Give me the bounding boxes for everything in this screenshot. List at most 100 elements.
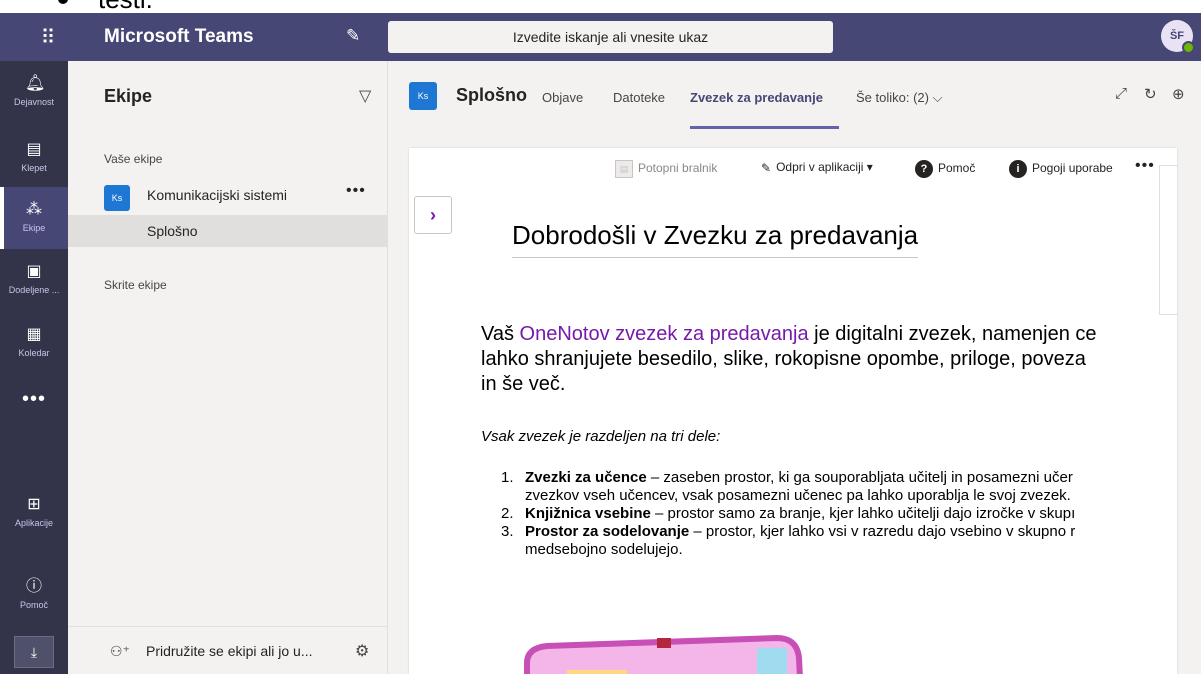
list-item-continuation: zvezkov vseh učencev, vsak posamezni uče… [525,487,1071,504]
help-label: Pomoč [938,161,976,176]
terms-label: Pogoji uporabe [1032,161,1113,176]
open-in-app-label: Odpri v aplikaciji [776,160,864,174]
filter-icon[interactable]: ▽ [359,86,371,106]
illustration-card [757,648,787,674]
list-number: 1. [501,469,514,486]
list-item: 1. Zvezki za učence – zaseben prostor, k… [501,469,1177,505]
rail-label: Dodeljene ... [8,285,60,295]
rail-item-chat[interactable]: ▤ Klepet [0,127,68,189]
cropped-text-fragment: testi. [98,0,153,13]
immersive-reader-label: Potopni bralnik [638,161,718,176]
app-rail: 🔔︎ Dejavnost ▤ Klepet ⁂ Ekipe ▣ Dodeljen… [0,61,68,674]
tab-datoteke[interactable]: Datoteke [613,90,665,105]
user-initials: ŠF [1169,30,1185,42]
chevron-down-icon: ▾ [863,160,873,174]
rail-item-apps[interactable]: ⊞ Aplikacije [0,482,68,544]
team-more-options-icon[interactable]: ••• [346,182,366,200]
illustration-page [567,670,627,674]
rail-item-teams[interactable]: ⁂ Ekipe [0,187,68,249]
intro-line-2: lahko shranjujete besedilo, slike, rokop… [481,348,1086,370]
channel-name: Splošno [147,223,198,239]
tab-more[interactable]: Še toliko: (2) ⌵ [856,90,942,106]
your-teams-label: Vaše ekipe [104,152,163,166]
list-item-title: Knjižnica vsebine [525,505,651,522]
intro-prefix: Vaš [481,323,520,345]
intro-suffix: je digitalni zvezek, namenjen ce [808,323,1097,345]
chat-icon: ▤ [26,141,42,158]
app-title: Microsoft Teams [104,26,254,47]
rail-label: Dejavnost [13,97,55,107]
terms-button[interactable]: i Pogoji uporabe [1009,160,1113,178]
presence-available-icon [1182,41,1195,54]
pencil-icon: ✎ [761,160,772,175]
download-app-button[interactable]: ⤓ [0,630,68,674]
team-name: Komunikacijski sistemi [147,187,288,203]
notebook-intro: Vaš OneNotov zvezek za predavanja je dig… [481,322,1177,397]
chevron-right-icon: › [430,204,436,225]
assignments-icon: ▣ [26,263,42,280]
search-input[interactable]: Izvedite iskanje ali vnesite ukaz [388,21,833,53]
list-number: 2. [501,505,514,522]
onenote-link[interactable]: OneNotov zvezek za predavanja [520,323,809,345]
rail-label: Aplikacije [14,518,54,528]
app-launcher-icon[interactable]: ⠿ [0,13,96,61]
tab-zvezek-za-predavanje[interactable]: Zvezek za predavanje [690,90,823,105]
notebook-toolbar: ▤ Potopni bralnik ✎ Odpri v aplikaciji ▾ ?… [409,148,1177,188]
team-item-komunikacijski-sistemi[interactable]: Ks Komunikacijski sistemi ••• [104,182,388,213]
user-avatar[interactable]: ŠF [1161,20,1195,54]
compose-icon[interactable]: ✎ [346,26,360,46]
list-item-title: Zvezki za učence [525,469,647,486]
parts-heading: Vsak zvezek je razdeljen na tri dele: [481,428,721,445]
globe-icon[interactable]: ⊕ [1172,85,1185,103]
rail-item-help[interactable]: ⓘ Pomoč [0,564,68,626]
cropped-top-strip: testi. [0,0,1201,13]
list-item-text: – zaseben prostor, ki ga souporabljata u… [646,469,1073,486]
immersive-reader-button[interactable]: ▤ Potopni bralnik [615,160,717,178]
teams-panel: Ekipe ▽ Vaše ekipe Ks Komunikacijski sis… [68,61,388,674]
list-item-text: – prostor, kjer lahko vsi v razredu dajo… [689,523,1076,540]
bell-icon: 🔔︎ [25,75,46,92]
help-button[interactable]: ? Pomoč [915,160,975,178]
channel-team-avatar: Ks [409,82,437,110]
toolbar-more-icon[interactable]: ••• [1135,157,1155,175]
download-icon: ⤓ [14,636,54,668]
channel-title: Splošno [456,85,527,105]
rail-label: Pomoč [19,600,48,610]
gear-icon[interactable]: ⚙ [355,641,369,661]
hidden-teams-label[interactable]: Skrite ekipe [104,278,167,292]
help-icon: ⓘ [25,578,42,595]
illustration-tab [657,638,671,648]
list-item: 3. Prostor za sodelovanje – prostor, kje… [501,523,1177,559]
rail-label: Koledar [18,348,50,358]
rail-item-activity[interactable]: 🔔︎ Dejavnost [0,61,68,123]
expand-navigation-button[interactable]: › [414,196,452,234]
tab-objave[interactable]: Objave [542,90,583,105]
rail-more-icon[interactable]: ••• [0,388,68,411]
help-circle-icon: ? [915,160,933,178]
reload-icon[interactable]: ↻ [1144,85,1157,103]
expand-icon[interactable]: ⤢ [1115,85,1127,102]
notebook-page-title: Dobrodošli v Zvezku za predavanja [512,220,919,258]
rail-item-assignments[interactable]: ▣ Dodeljene ... [0,249,68,311]
vertical-scrollbar[interactable] [1159,165,1177,315]
channel-item-splosno[interactable]: Splošno [68,215,387,247]
list-number: 3. [501,523,514,540]
apps-icon: ⊞ [27,496,41,513]
rail-label: Ekipe [22,223,46,233]
active-tab-indicator [690,126,839,129]
join-create-team[interactable]: ⚇⁺ Pridružite se ekipi ali jo u... ⚙ [68,626,387,674]
main-area: Ks Splošno Objave Datoteke Zvezek za pre… [388,61,1201,674]
notebook-illustration [524,634,803,674]
team-avatar: Ks [104,185,130,211]
open-in-app-button[interactable]: ✎ Odpri v aplikaciji ▾ [761,160,873,175]
teams-panel-title: Ekipe [104,86,153,106]
rail-item-calendar[interactable]: ▦ Koledar [0,312,68,374]
list-item: 2. Knjižnica vsebine – prostor samo za b… [501,505,1177,523]
bullet-icon [58,0,68,4]
list-item-title: Prostor za sodelovanje [525,523,690,540]
teams-icon: ⁂ [26,201,42,218]
rail-label: Klepet [21,163,47,173]
list-item-text: – prostor samo za branje, kjer lahko uči… [650,505,1076,522]
info-icon: i [1009,160,1027,178]
title-bar: ⠿ Microsoft Teams ✎ Izvedite iskanje ali… [0,13,1201,61]
